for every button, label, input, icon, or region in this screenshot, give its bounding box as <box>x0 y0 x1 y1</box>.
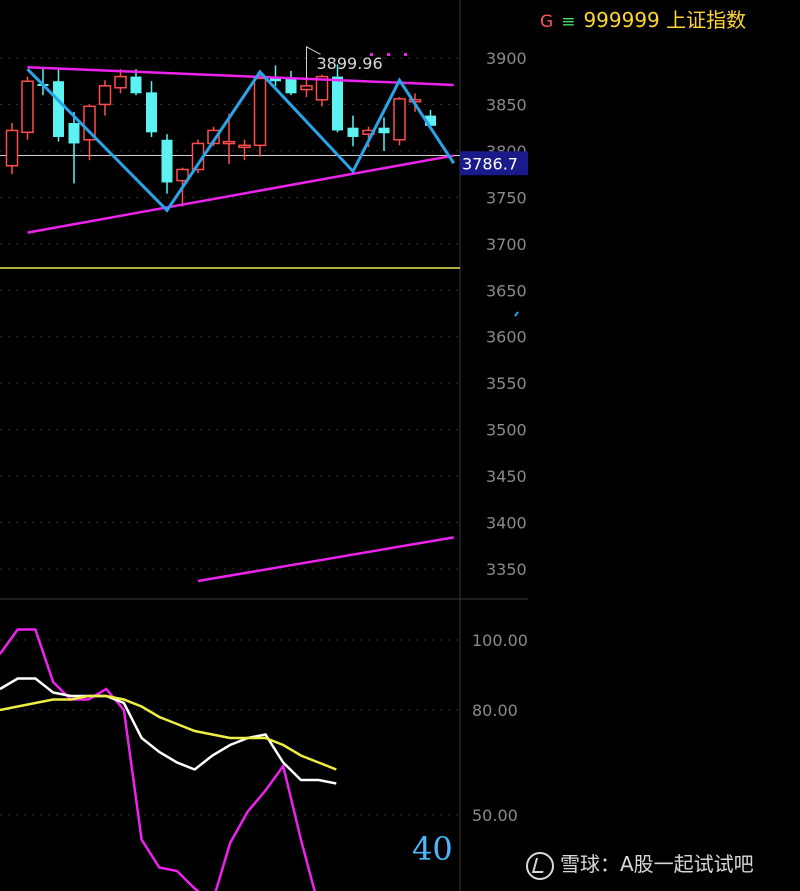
signal-dot <box>370 53 373 56</box>
candle-body <box>238 144 251 149</box>
indicator-line <box>0 628 316 891</box>
indicator-tick-label: 100.00 <box>472 631 528 650</box>
price-tick-label: 3450 <box>486 467 527 486</box>
price-tick-label: 3750 <box>486 188 527 207</box>
last-price-label: 3786.7 <box>462 154 518 173</box>
watermark-text: 雪球：A股一起试试吧 <box>560 852 754 876</box>
candle-body <box>53 81 64 137</box>
candle-body <box>222 140 236 145</box>
candle-body <box>393 98 406 141</box>
candle-body <box>130 76 142 94</box>
price-tick-label: 3600 <box>486 328 527 347</box>
price-tick-label: 3350 <box>486 560 527 579</box>
price-tick-label: 3400 <box>486 514 527 533</box>
indicator-value-label: 40 <box>412 830 453 868</box>
candle-body <box>347 127 359 137</box>
candle-body <box>332 76 343 131</box>
price-tick-label: 3650 <box>486 281 527 300</box>
price-tick-label: 3700 <box>486 235 527 254</box>
snowball-logo-icon <box>526 851 554 880</box>
price-tick-label: 3500 <box>486 421 527 440</box>
price-chart[interactable]: 3900385038003750370036503600355035003450… <box>0 0 800 891</box>
price-tick-label: 3850 <box>486 95 527 114</box>
candle-body <box>5 129 19 167</box>
candle-body <box>378 127 390 134</box>
signal-dot <box>387 53 390 56</box>
trendline <box>27 66 454 87</box>
candle-body <box>68 123 80 144</box>
candle-body <box>98 85 112 106</box>
candle-body <box>300 85 313 91</box>
indicator-tick-label: 50.00 <box>472 806 518 825</box>
candle-body <box>114 75 127 89</box>
watermark: 雪球：A股一起试试吧 <box>526 848 754 880</box>
candle-body <box>161 139 173 183</box>
price-tick-label: 3550 <box>486 374 527 393</box>
trendline <box>27 154 454 234</box>
candle-body <box>285 78 297 94</box>
cursor-mark <box>514 311 519 317</box>
trendline <box>197 536 454 583</box>
candle-body <box>21 80 34 134</box>
indicator-tick-label: 80.00 <box>472 701 518 720</box>
high-price-label: 3899.96 <box>317 54 383 73</box>
candle-body <box>253 77 267 147</box>
indicator-line <box>0 677 337 785</box>
signal-dot <box>404 53 407 56</box>
candle-body <box>146 92 157 133</box>
price-tick-label: 3900 <box>486 49 527 68</box>
